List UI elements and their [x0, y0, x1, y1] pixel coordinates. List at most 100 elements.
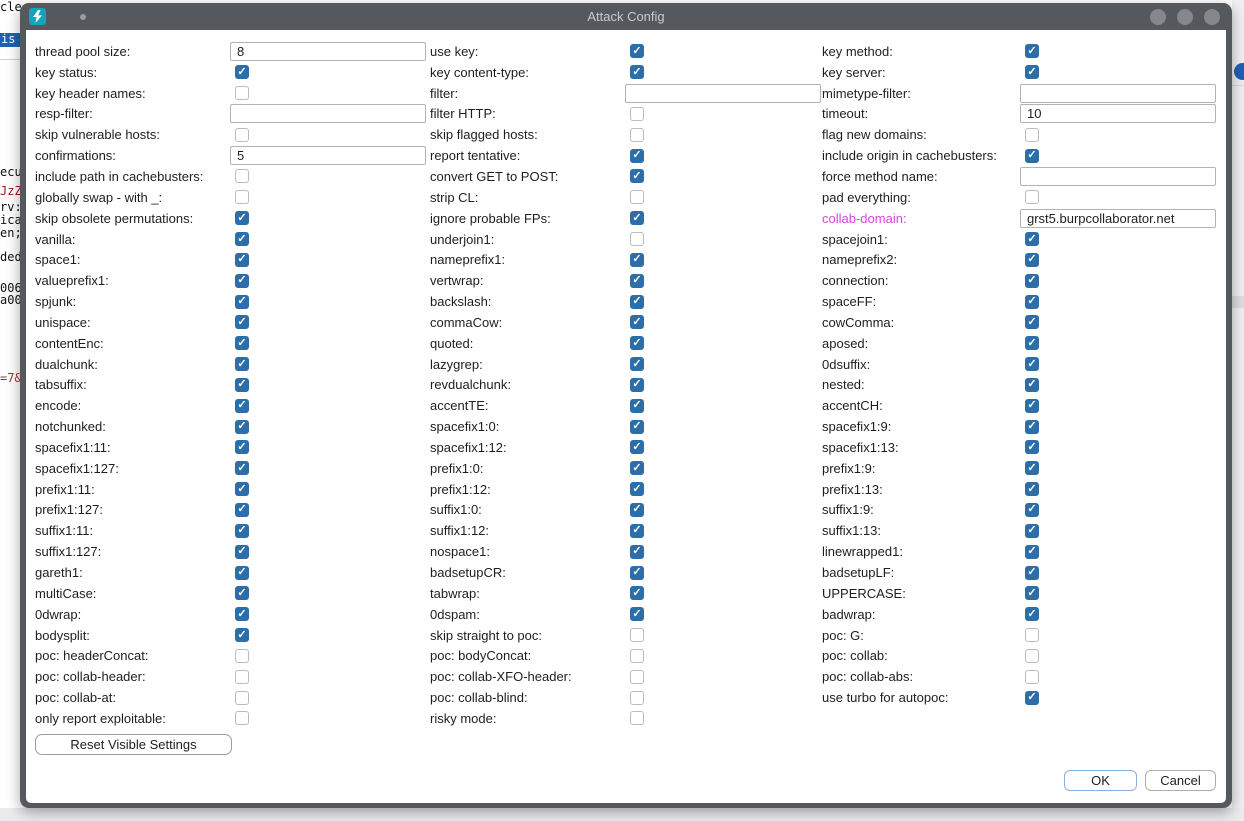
- checkbox-flag-new-domains[interactable]: [1025, 128, 1039, 142]
- minimize-button[interactable]: [1150, 9, 1166, 25]
- checkbox-vanilla[interactable]: ✓: [235, 232, 249, 246]
- checkbox-skip-flagged-hosts[interactable]: [630, 128, 644, 142]
- checkbox-spacefix1-127[interactable]: ✓: [235, 461, 249, 475]
- checkbox-skip-straight-to-poc[interactable]: [630, 628, 644, 642]
- input-filter[interactable]: [625, 84, 821, 103]
- checkbox-quoted[interactable]: ✓: [630, 336, 644, 350]
- checkbox-globally-swap-with[interactable]: [235, 190, 249, 204]
- checkbox-nospace1[interactable]: ✓: [630, 545, 644, 559]
- checkbox-suffix1-9[interactable]: ✓: [1025, 503, 1039, 517]
- checkbox-lazygrep[interactable]: ✓: [630, 357, 644, 371]
- checkbox-poc-collab-header[interactable]: [235, 670, 249, 684]
- checkbox-bodysplit[interactable]: ✓: [235, 628, 249, 642]
- checkbox-revdualchunk[interactable]: ✓: [630, 378, 644, 392]
- checkbox-strip-cl[interactable]: [630, 190, 644, 204]
- input-timeout[interactable]: [1020, 104, 1216, 123]
- checkbox-pad-everything[interactable]: [1025, 190, 1039, 204]
- checkbox-aposed[interactable]: ✓: [1025, 336, 1039, 350]
- checkbox-poc-bodyconcat[interactable]: [630, 649, 644, 663]
- checkbox-encode[interactable]: ✓: [235, 399, 249, 413]
- checkbox-spacefix1-0[interactable]: ✓: [630, 420, 644, 434]
- checkbox-spacefix1-11[interactable]: ✓: [235, 440, 249, 454]
- checkbox-accentch[interactable]: ✓: [1025, 399, 1039, 413]
- checkbox-commacow[interactable]: ✓: [630, 315, 644, 329]
- checkbox-suffix1-11[interactable]: ✓: [235, 524, 249, 538]
- cancel-button[interactable]: Cancel: [1145, 770, 1216, 791]
- checkbox-key-content-type[interactable]: ✓: [630, 65, 644, 79]
- checkbox-suffix1-127[interactable]: ✓: [235, 545, 249, 559]
- checkbox-filter-http[interactable]: [630, 107, 644, 121]
- checkbox-multicase[interactable]: ✓: [235, 586, 249, 600]
- checkbox-dualchunk[interactable]: ✓: [235, 357, 249, 371]
- checkbox-gareth1[interactable]: ✓: [235, 566, 249, 580]
- checkbox-valueprefix1[interactable]: ✓: [235, 274, 249, 288]
- checkbox-only-report-exploitable[interactable]: [235, 711, 249, 725]
- checkbox-spacefix1-12[interactable]: ✓: [630, 440, 644, 454]
- checkbox-backslash[interactable]: ✓: [630, 295, 644, 309]
- input-confirmations[interactable]: [230, 146, 426, 165]
- checkbox-notchunked[interactable]: ✓: [235, 420, 249, 434]
- input-force-method-name[interactable]: [1020, 167, 1216, 186]
- checkbox-prefix1-0[interactable]: ✓: [630, 461, 644, 475]
- checkbox-skip-obsolete-permutations[interactable]: ✓: [235, 211, 249, 225]
- ok-button[interactable]: OK: [1064, 770, 1137, 791]
- input-mimetype-filter[interactable]: [1020, 84, 1216, 103]
- checkbox-unispace[interactable]: ✓: [235, 315, 249, 329]
- checkbox-poc-collab[interactable]: [1025, 649, 1039, 663]
- reset-visible-settings-button[interactable]: Reset Visible Settings: [35, 734, 232, 755]
- checkbox-ignore-probable-fps[interactable]: ✓: [630, 211, 644, 225]
- checkbox-poc-collab-abs[interactable]: [1025, 670, 1039, 684]
- checkbox-badsetupcr[interactable]: ✓: [630, 566, 644, 580]
- checkbox-poc-collab-blind[interactable]: [630, 691, 644, 705]
- checkbox-include-path-in-cachebusters[interactable]: [235, 169, 249, 183]
- checkbox-nameprefix1[interactable]: ✓: [630, 253, 644, 267]
- checkbox-space1[interactable]: ✓: [235, 253, 249, 267]
- checkbox-underjoin1[interactable]: [630, 232, 644, 246]
- checkbox-poc-collab-xfo-header[interactable]: [630, 670, 644, 684]
- checkbox-tabsuffix[interactable]: ✓: [235, 378, 249, 392]
- checkbox-report-tentative[interactable]: ✓: [630, 149, 644, 163]
- checkbox-spjunk[interactable]: ✓: [235, 295, 249, 309]
- checkbox-prefix1-9[interactable]: ✓: [1025, 461, 1039, 475]
- checkbox-use-turbo-for-autopoc[interactable]: ✓: [1025, 691, 1039, 705]
- checkbox-spaceff[interactable]: ✓: [1025, 295, 1039, 309]
- input-thread-pool-size[interactable]: [230, 42, 426, 61]
- checkbox-key-header-names[interactable]: [235, 86, 249, 100]
- checkbox-key-method[interactable]: ✓: [1025, 44, 1039, 58]
- checkbox-suffix1-0[interactable]: ✓: [630, 503, 644, 517]
- checkbox-suffix1-12[interactable]: ✓: [630, 524, 644, 538]
- checkbox-risky-mode[interactable]: [630, 711, 644, 725]
- checkbox-badwrap[interactable]: ✓: [1025, 607, 1039, 621]
- checkbox-convert-get-to-post[interactable]: ✓: [630, 169, 644, 183]
- checkbox-spacefix1-9[interactable]: ✓: [1025, 420, 1039, 434]
- checkbox-suffix1-13[interactable]: ✓: [1025, 524, 1039, 538]
- close-button[interactable]: [1204, 9, 1220, 25]
- checkbox-include-origin-in-cachebusters[interactable]: ✓: [1025, 149, 1039, 163]
- dialog-titlebar[interactable]: Attack Config: [20, 3, 1232, 30]
- checkbox-contentenc[interactable]: ✓: [235, 336, 249, 350]
- checkbox-vertwrap[interactable]: ✓: [630, 274, 644, 288]
- checkbox-key-status[interactable]: ✓: [235, 65, 249, 79]
- input-collab-domain[interactable]: [1020, 209, 1216, 228]
- checkbox-accentte[interactable]: ✓: [630, 399, 644, 413]
- checkbox-spacejoin1[interactable]: ✓: [1025, 232, 1039, 246]
- checkbox-tabwrap[interactable]: ✓: [630, 586, 644, 600]
- checkbox-key-server[interactable]: ✓: [1025, 65, 1039, 79]
- checkbox-uppercase[interactable]: ✓: [1025, 586, 1039, 600]
- checkbox-prefix1-127[interactable]: ✓: [235, 503, 249, 517]
- checkbox-spacefix1-13[interactable]: ✓: [1025, 440, 1039, 454]
- checkbox-0dwrap[interactable]: ✓: [235, 607, 249, 621]
- checkbox-poc-collab-at[interactable]: [235, 691, 249, 705]
- input-resp-filter[interactable]: [230, 104, 426, 123]
- checkbox-linewrapped1[interactable]: ✓: [1025, 545, 1039, 559]
- checkbox-prefix1-12[interactable]: ✓: [630, 482, 644, 496]
- checkbox-prefix1-11[interactable]: ✓: [235, 482, 249, 496]
- checkbox-nameprefix2[interactable]: ✓: [1025, 253, 1039, 267]
- checkbox-0dspam[interactable]: ✓: [630, 607, 644, 621]
- checkbox-cowcomma[interactable]: ✓: [1025, 315, 1039, 329]
- checkbox-connection[interactable]: ✓: [1025, 274, 1039, 288]
- checkbox-badsetuplf[interactable]: ✓: [1025, 566, 1039, 580]
- checkbox-0dsuffix[interactable]: ✓: [1025, 357, 1039, 371]
- maximize-button[interactable]: [1177, 9, 1193, 25]
- checkbox-nested[interactable]: ✓: [1025, 378, 1039, 392]
